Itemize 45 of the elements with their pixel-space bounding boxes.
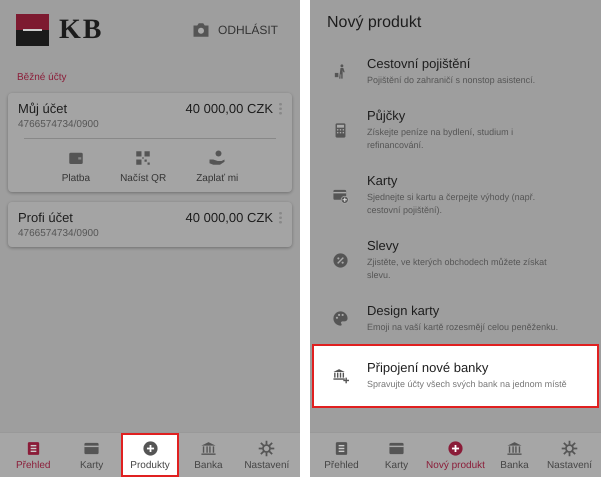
product-item[interactable]: Půjčky Získejte peníze na bydlení, studium i refinancování.	[312, 98, 599, 162]
screen-title: Nový produkt	[327, 14, 422, 32]
nav-tab[interactable]: Přehled	[4, 433, 62, 477]
plus-icon	[446, 440, 464, 456]
nav-tab[interactable]: Karty	[369, 433, 424, 477]
account-action[interactable]: Načíst QR	[120, 149, 166, 184]
account-action[interactable]: Zaplať mi	[196, 149, 238, 184]
account-balance: 40 000,00 CZK	[186, 101, 273, 116]
nav-tab[interactable]: Přehled	[314, 433, 370, 477]
settings-icon	[560, 440, 578, 456]
nav-tab[interactable]: Nastavení	[238, 433, 296, 477]
nav-tab[interactable]: Banka	[486, 433, 542, 477]
settings-icon	[258, 440, 276, 456]
nav-tab[interactable]: Banka	[179, 433, 238, 477]
plus-icon	[142, 440, 159, 456]
product-item[interactable]: Slevy Zjistěte, ve kterých obchodech můžete získat slevu.	[312, 228, 599, 292]
nav-tab[interactable]: Nový produkt	[424, 433, 487, 477]
camera-icon	[192, 22, 210, 38]
product-item[interactable]: Design karty Emoji na vaší kartě rozesmějí celou peněženku.	[312, 292, 599, 344]
logout-button[interactable]: ODHLÁSIT	[192, 22, 278, 38]
product-item[interactable]: Připojení nové banky Spravujte účty všech svých bank na jednom místě	[312, 344, 599, 408]
account-card[interactable]: Můj účet 40 000,00 CZK 4766574734/0900 Platba Načíst QR Zaplať mi	[8, 93, 292, 192]
bank-icon	[200, 440, 217, 456]
account-number: 4766574734/0900	[18, 228, 100, 239]
discount-icon	[332, 252, 349, 268]
account-number: 4766574734/0900	[18, 119, 100, 130]
account-name: Profi účet	[18, 210, 73, 225]
account-action[interactable]: Platba	[62, 149, 90, 184]
account-name: Můj účet	[18, 101, 68, 116]
logo-text: KB	[59, 14, 104, 46]
palette-icon	[332, 310, 349, 327]
account-card[interactable]: Profi účet 40 000,00 CZK 4766574734/0900	[8, 202, 292, 247]
product-item[interactable]: Cestovní pojištění Pojištění do zahraničí s nonstop asistencí.	[312, 46, 599, 98]
nav-tab[interactable]: Karty	[62, 433, 121, 477]
logo-icon	[16, 14, 49, 46]
qr-code-icon	[134, 149, 152, 167]
account-balance: 40 000,00 CZK	[186, 210, 273, 225]
nav-tab[interactable]: Nastavení	[542, 433, 597, 477]
list-icon	[333, 440, 350, 456]
product-item[interactable]: Karty Sjednejte si kartu a čerpejte výhody (např. cestovní pojištění).	[312, 162, 599, 228]
hand-coin-icon	[208, 149, 226, 167]
nav-tab[interactable]: Produkty	[120, 433, 180, 477]
bank-icon	[506, 440, 523, 456]
bank-plus-icon	[332, 367, 349, 384]
section-title: Běžné účty	[17, 72, 68, 83]
